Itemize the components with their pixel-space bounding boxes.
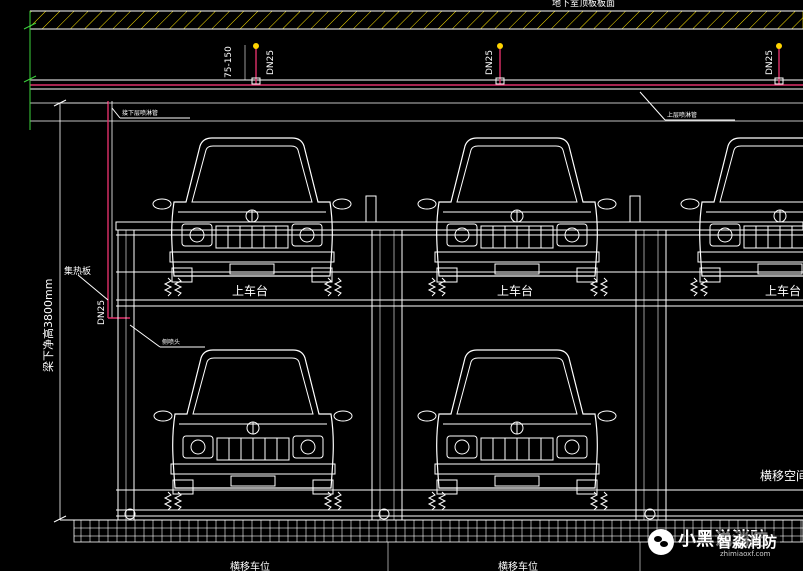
platform-label-1: 上车台 (232, 283, 268, 298)
translation-space-label: 横移空间 (760, 469, 803, 483)
watermark-site: zhimiaoxf.com (720, 550, 771, 558)
dim-75-150: 75-150 (224, 46, 234, 78)
lower-car-2 (417, 349, 617, 495)
column-2 (365, 195, 403, 521)
riser-note: 接下层喷淋管 (122, 109, 158, 117)
dn25-label-2: DN25 (485, 50, 495, 75)
sprinkler-drop-3 (774, 43, 784, 85)
dn25-label-1: DN25 (266, 50, 276, 75)
dn25-label-3: DN25 (765, 50, 775, 75)
upper-car-1 (152, 137, 352, 283)
platform-label-2: 上车台 (497, 283, 533, 298)
upper-car-2 (417, 137, 617, 283)
sprinkler-drop-1 (251, 43, 261, 85)
bottom-label-left: 横移车位 (230, 560, 270, 571)
upper-car-3 (680, 137, 803, 283)
height-dimension: 梁下净高3800mm (41, 279, 55, 372)
top-note: 地下室顶板板面 (552, 0, 615, 9)
cad-drawing: 地下室顶板板面 75-150 DN25 DN25 DN25 上层喷淋管 接下层喷… (23, 0, 803, 571)
column-3 (629, 195, 667, 521)
ceiling-slab (29, 10, 803, 30)
watermark: 小黑说消防 智淼消防 zhimiaoxf.com (648, 523, 803, 563)
lower-car-1 (153, 349, 353, 495)
platform-label-3: 上车台 (765, 283, 801, 298)
collector-label: 集热板 (64, 265, 91, 277)
branch-note: 上层喷淋管 (667, 111, 697, 119)
dn25-riser-label: DN25 (97, 300, 107, 325)
sprinkler-drop-2 (495, 43, 505, 85)
wechat-logo-icon (648, 529, 674, 555)
column-1 (117, 229, 135, 521)
bottom-label-right: 横移车位 (498, 560, 538, 571)
watermark-sub: 智淼消防 (714, 531, 781, 552)
sidewall-note: 侧喷头 (162, 338, 180, 346)
lower-platform (116, 489, 803, 517)
